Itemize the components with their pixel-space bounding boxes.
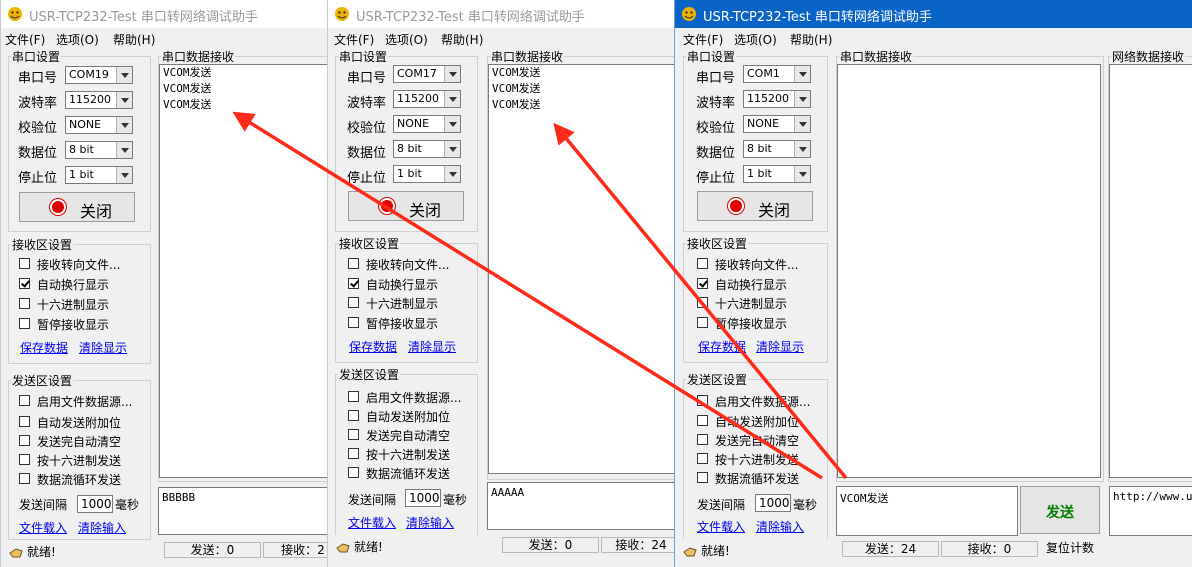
arrow-to-com17 <box>553 122 848 480</box>
arrow-to-com19 <box>232 111 823 480</box>
annotation-arrows <box>232 111 848 480</box>
